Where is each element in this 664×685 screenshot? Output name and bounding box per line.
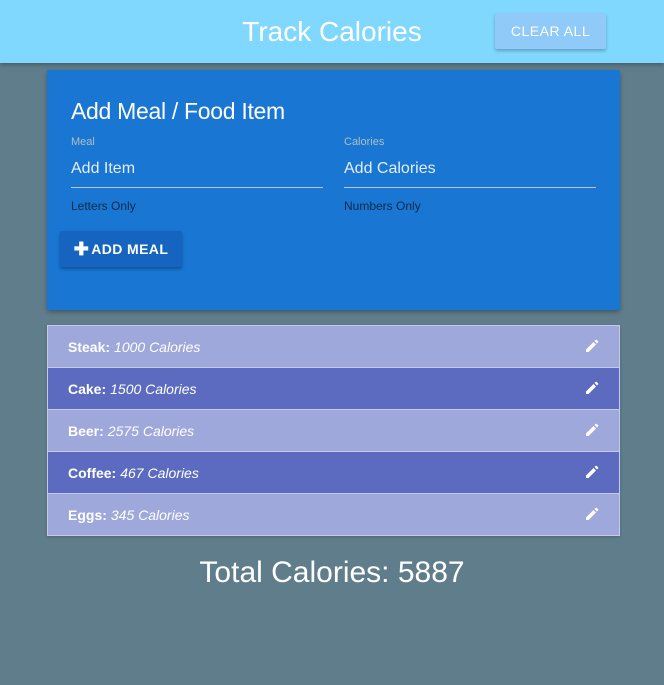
- clear-all-button[interactable]: CLEAR ALL: [495, 13, 606, 49]
- item-name: Eggs:: [68, 506, 107, 523]
- meal-list: Steak: 1000 Calories Cake: 1500 Calories…: [47, 325, 620, 536]
- add-meal-button[interactable]: ✚ ADD MEAL: [60, 231, 182, 267]
- calories-label: Calories: [344, 136, 385, 148]
- total-calories: Total Calories: 5887: [199, 556, 465, 589]
- card-title: Add Meal / Food Item: [71, 98, 285, 124]
- item-name: Beer:: [68, 422, 104, 439]
- calories-field: Calories Numbers Only: [344, 136, 596, 213]
- calories-input[interactable]: [344, 150, 596, 188]
- item-name: Coffee:: [68, 464, 117, 481]
- item-name: Cake:: [68, 380, 107, 397]
- add-meal-label: ADD MEAL: [91, 241, 169, 257]
- meal-field: Meal Letters Only: [71, 136, 323, 213]
- list-item: Steak: 1000 Calories: [48, 326, 619, 368]
- meal-input[interactable]: [71, 150, 323, 188]
- item-calories: 1000 Calories: [114, 338, 201, 355]
- navbar: Track Calories CLEAR ALL: [0, 0, 664, 63]
- pencil-icon[interactable]: [585, 423, 599, 437]
- item-calories: 1500 Calories: [110, 380, 197, 397]
- item-name: Steak:: [68, 338, 111, 355]
- calories-helper-text: Numbers Only: [344, 199, 421, 213]
- item-calories: 467 Calories: [120, 464, 199, 481]
- add-meal-card: Add Meal / Food Item Meal Letters Only C…: [47, 70, 620, 310]
- list-item: Cake: 1500 Calories: [48, 368, 619, 410]
- meal-helper-text: Letters Only: [71, 199, 136, 213]
- item-calories: 2575 Calories: [107, 422, 195, 439]
- pencil-icon[interactable]: [585, 381, 599, 395]
- list-item: Eggs: 345 Calories: [48, 494, 619, 535]
- pencil-icon[interactable]: [585, 465, 599, 479]
- pencil-icon[interactable]: [585, 339, 599, 353]
- meal-label: Meal: [71, 136, 95, 148]
- pencil-icon[interactable]: [585, 507, 599, 521]
- list-item: Beer: 2575 Calories: [48, 410, 619, 452]
- plus-icon: ✚: [73, 239, 90, 259]
- list-item: Coffee: 467 Calories: [48, 452, 619, 494]
- item-calories: 345 Calories: [110, 506, 190, 523]
